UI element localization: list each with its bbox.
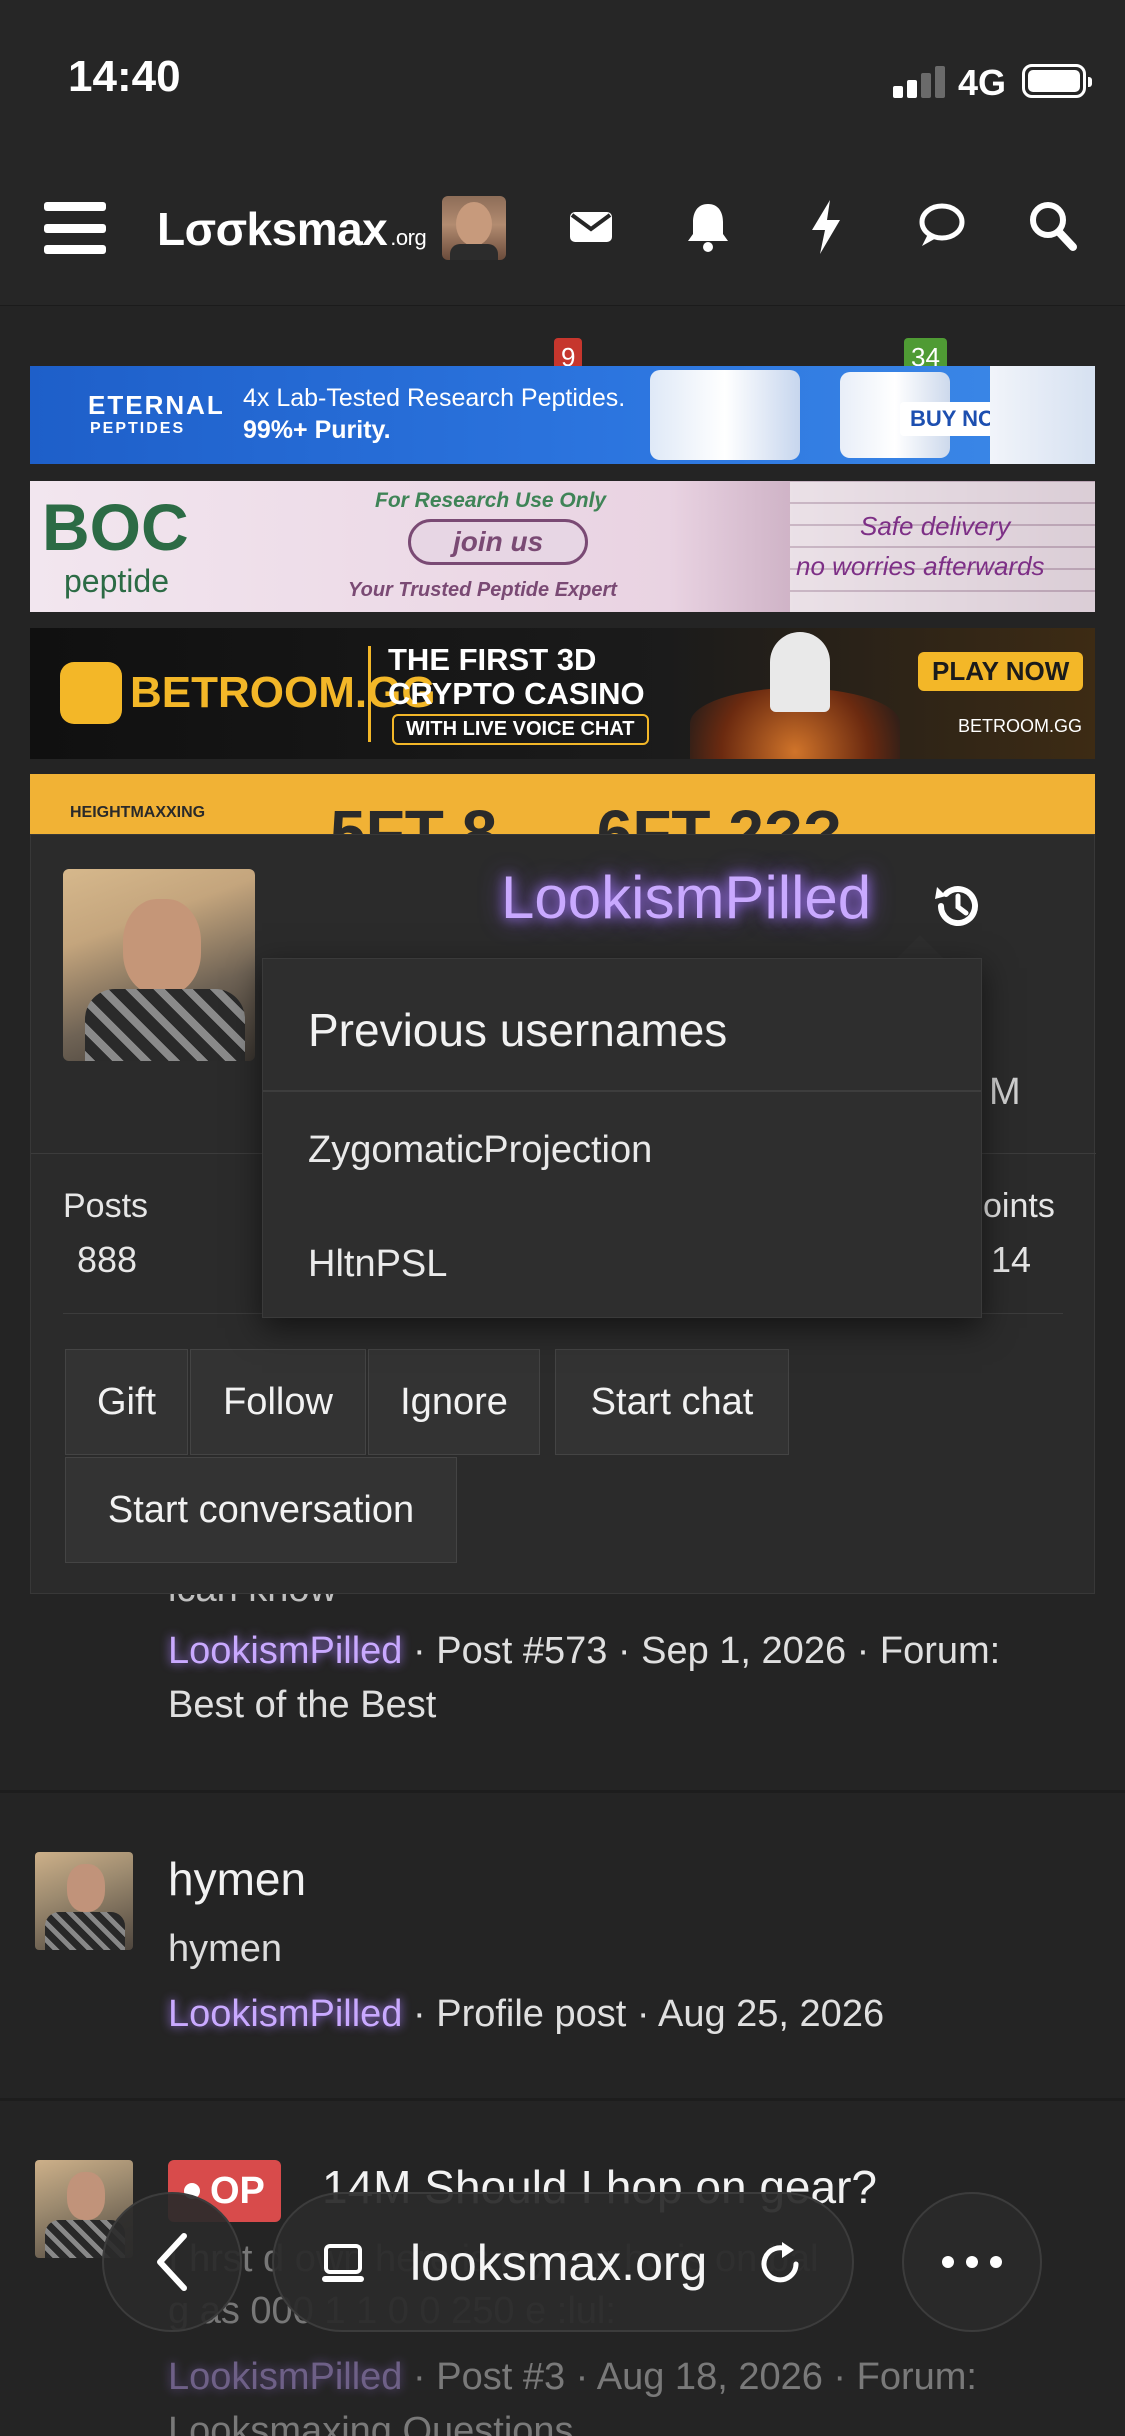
more-button[interactable] xyxy=(902,2192,1042,2332)
author-link[interactable]: LookismPilled xyxy=(168,1630,402,1672)
op-badge-label: OP xyxy=(210,2169,265,2212)
stat-posts-value[interactable]: 888 xyxy=(77,1239,137,1281)
boc-tag: For Research Use Only xyxy=(375,489,607,512)
user-avatar[interactable] xyxy=(442,196,506,260)
previous-usernames-dropdown: Previous usernames ZygomaticProjection H… xyxy=(262,958,982,1318)
betroom-line1: THE FIRST 3D xyxy=(388,642,597,677)
profile-username[interactable]: LookismPilled xyxy=(501,863,871,932)
feed-divider xyxy=(0,1790,1125,1793)
boc-footer: Your Trusted Peptide Expert xyxy=(348,579,617,601)
heights-brand: HEIGHTMAXXING xyxy=(70,804,206,821)
inbox-icon[interactable] xyxy=(566,200,616,250)
feed-divider xyxy=(0,2098,1125,2101)
boc-cta[interactable]: join us xyxy=(408,519,589,565)
eternal-line1: 4x Lab-Tested Research Peptides. xyxy=(243,384,626,412)
menu-icon[interactable] xyxy=(42,198,108,258)
feed-item-snippet: hymen xyxy=(168,1928,283,1970)
dropdown-pointer xyxy=(896,935,944,959)
stat-posts-label: Posts xyxy=(63,1187,149,1225)
ignore-button[interactable]: Ignore xyxy=(368,1349,540,1455)
betroom-line2: CRYPTO CASINO xyxy=(388,676,645,711)
heights-headline: 5FT 8 → 6FT 2?? xyxy=(330,797,843,834)
cellular-signal-icon xyxy=(893,66,947,98)
status-bar: 14:40 4G xyxy=(0,0,1125,150)
eternal-peptides-banner[interactable]: ETERNAL PEPTIDES 4x Lab-Tested Research … xyxy=(30,366,1095,464)
forum-name[interactable]: Looksmaxing Questions xyxy=(168,2410,574,2436)
username-history-icon[interactable] xyxy=(929,877,987,935)
heightmaxxing-banner[interactable]: HEIGHTMAXXING 5FT 8 → 6FT 2?? xyxy=(30,774,1095,834)
betroom-site: BETROOM.GG xyxy=(958,716,1083,736)
spade-icon xyxy=(60,662,122,724)
post-meta: · Post #3 · Aug 18, 2026 · Forum: xyxy=(413,2356,977,2398)
post-meta: · Profile post · Aug 25, 2026 xyxy=(413,1993,885,2035)
boc-brand: BOC xyxy=(42,490,189,564)
dealer-image xyxy=(770,632,830,712)
url-text: looksmax.org xyxy=(410,2235,708,2291)
profile-partial-text: M xyxy=(989,1071,1021,1113)
network-type: 4G xyxy=(958,62,1007,103)
feed-item-meta: LookismPilled · Profile post · Aug 25, 2… xyxy=(168,1987,884,2041)
forum-name[interactable]: Best of the Best xyxy=(168,1684,436,1726)
start-conversation-button[interactable]: Start conversation xyxy=(65,1457,457,1563)
gift-button[interactable]: Gift xyxy=(65,1349,188,1455)
product-boxes-image xyxy=(790,481,1095,612)
dropdown-divider xyxy=(263,1090,981,1092)
dropdown-title: Previous usernames xyxy=(308,1004,728,1056)
feed-item-meta: LookismPilled · Post #3 · Aug 18, 2026 ·… xyxy=(168,2350,977,2436)
start-chat-button[interactable]: Start chat xyxy=(555,1349,789,1455)
follow-button[interactable]: Follow xyxy=(190,1349,366,1455)
bell-icon[interactable] xyxy=(686,200,730,254)
feed-item-title[interactable]: hymen xyxy=(168,1852,306,1906)
betroom-cta[interactable]: PLAY NOW xyxy=(918,652,1084,691)
avatar[interactable] xyxy=(35,1852,133,1950)
reload-icon[interactable] xyxy=(754,2238,806,2290)
eternal-brand-sub: PEPTIDES xyxy=(90,420,186,437)
post-meta: · Post #573 · Sep 1, 2026 · Forum: xyxy=(413,1630,1001,1672)
stat-points-value[interactable]: 14 xyxy=(991,1239,1031,1281)
boc-peptide-banner[interactable]: BOC peptide For Research Use Only join u… xyxy=(30,481,1095,612)
battery-icon xyxy=(1022,64,1092,98)
vial-image xyxy=(990,366,1095,464)
stat-points-label: oints xyxy=(983,1187,1055,1225)
reader-view-icon[interactable] xyxy=(318,2240,368,2290)
address-bar[interactable]: looksmax.org xyxy=(272,2192,854,2332)
boc-brand-sub: peptide xyxy=(64,563,169,599)
site-logo[interactable]: Lσσksmax .org xyxy=(157,194,427,264)
top-nav-bar: Lσσksmax .org 9 34 xyxy=(0,150,1125,376)
author-link[interactable]: LookismPilled xyxy=(168,1993,402,2035)
back-button[interactable] xyxy=(102,2192,242,2332)
previous-username-item: ZygomaticProjection xyxy=(308,1129,653,1171)
betroom-line3: WITH LIVE VOICE CHAT xyxy=(392,714,649,745)
lightning-icon[interactable] xyxy=(808,198,844,256)
profile-avatar[interactable] xyxy=(63,869,255,1061)
eternal-line2: 99%+ Purity. xyxy=(243,416,391,444)
feed-item-meta: LookismPilled · Post #573 · Sep 1, 2026 … xyxy=(168,1624,1000,1732)
search-icon[interactable] xyxy=(1028,200,1078,252)
conversations-icon[interactable] xyxy=(918,200,974,252)
status-time: 14:40 xyxy=(68,52,181,101)
betroom-banner[interactable]: BETROOM.GG THE FIRST 3D CRYPTO CASINO WI… xyxy=(30,628,1095,759)
logo-text: Lσσksmax xyxy=(157,203,388,255)
betroom-separator xyxy=(368,646,371,742)
author-link[interactable]: LookismPilled xyxy=(168,2356,402,2398)
vial-image xyxy=(650,370,800,460)
previous-username-item: HltnPSL xyxy=(308,1243,448,1285)
logo-suffix: .org xyxy=(390,225,427,250)
eternal-brand: ETERNAL xyxy=(88,390,225,420)
boc-side2: no worries afterwards xyxy=(796,551,1045,581)
boc-side1: Safe delivery xyxy=(860,511,1011,541)
